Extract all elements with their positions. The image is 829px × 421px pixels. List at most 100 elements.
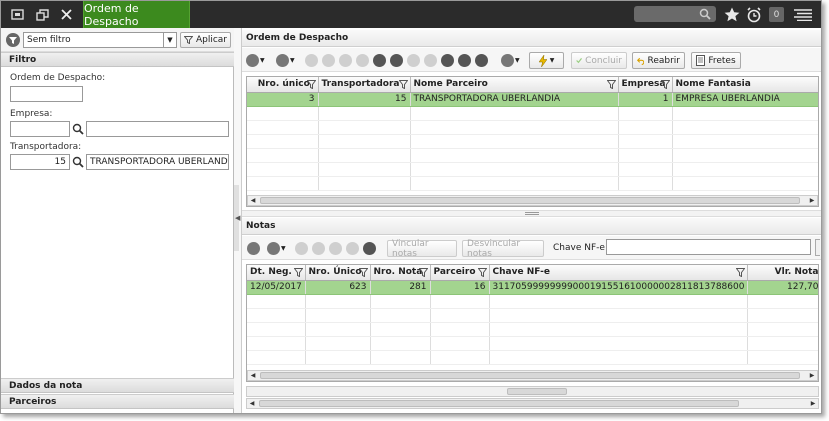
cell-chave-nfe[interactable]: 3117059999999900019155161000000281181378…	[489, 280, 748, 295]
cancel-icon[interactable]	[424, 54, 437, 67]
actions-button[interactable]: ▼	[529, 52, 564, 69]
scroll-left-icon[interactable]: ◀	[248, 196, 258, 205]
col-nome-parceiro[interactable]: Nome Parceiro	[410, 77, 619, 93]
tab-ordem-de-despacho[interactable]: Ordem de Despacho	[83, 1, 190, 28]
collapse-arrow-icon[interactable]: ◀	[235, 214, 240, 222]
desvincular-notas-button[interactable]: Desvincular notas	[462, 239, 544, 259]
chevron-down-icon[interactable]: ▼	[515, 57, 520, 64]
chave-nfe-input[interactable]	[606, 239, 811, 255]
cell-nro-unico[interactable]: 623	[305, 280, 371, 295]
col-nome-fantasia[interactable]: Nome Fantasia	[672, 77, 818, 93]
search-icon[interactable]	[72, 156, 84, 168]
cell-nome-fantasia[interactable]: EMPRESA UBERLANDIA	[672, 92, 818, 107]
layout-icon[interactable]	[267, 242, 280, 255]
table-row[interactable]: 12/05/2017 623 281 16 311705999999990001…	[247, 280, 818, 295]
fullscreen-icon[interactable]	[5, 1, 29, 28]
scroll-right-icon[interactable]: ▶	[807, 371, 817, 380]
col-empresa[interactable]: Empresa	[618, 77, 673, 93]
cell-empresa[interactable]: 1	[618, 92, 673, 107]
scroll-left-icon[interactable]: ◀	[248, 371, 258, 380]
panel-divider[interactable]	[242, 210, 821, 217]
filter-icon[interactable]	[477, 268, 487, 277]
scrollbar-thumb[interactable]	[260, 372, 800, 379]
edit-icon[interactable]	[475, 54, 488, 67]
cell-dt-neg[interactable]: 12/05/2017	[247, 280, 306, 295]
apply-filter-button[interactable]: Aplicar	[180, 32, 231, 48]
fretes-button[interactable]: Fretes	[691, 52, 741, 69]
vincular-notas-button[interactable]: Vincular notas	[387, 239, 457, 259]
remove-icon[interactable]	[390, 54, 403, 67]
col-transportadora[interactable]: Transportadora	[318, 77, 411, 93]
notification-badge[interactable]: 0	[769, 7, 784, 22]
search-icon[interactable]	[72, 123, 84, 135]
transportadora-code-input[interactable]: 15	[10, 154, 70, 170]
chevron-down-icon[interactable]: ▼	[163, 33, 176, 47]
cell-nro-nota[interactable]: 281	[370, 280, 431, 295]
scrollbar-thumb[interactable]	[260, 197, 800, 204]
columns-icon[interactable]	[247, 242, 260, 255]
alarm-clock-icon[interactable]	[742, 1, 766, 28]
panel-splitter[interactable]: ◀	[234, 28, 242, 413]
middle-scrollbar[interactable]	[246, 386, 819, 397]
chevron-down-icon[interactable]: ▼	[260, 57, 265, 64]
col-dt-neg[interactable]: Dt. Neg.	[247, 265, 306, 281]
last-record-icon[interactable]	[346, 242, 359, 255]
more-options-icon[interactable]	[246, 54, 259, 67]
filter-icon[interactable]	[660, 80, 670, 89]
first-record-icon[interactable]	[305, 54, 318, 67]
first-record-icon[interactable]	[295, 242, 308, 255]
filter-section-header[interactable]: Filtro	[1, 52, 234, 67]
dados-nota-section[interactable]: Dados da nota	[1, 378, 234, 393]
filter-icon[interactable]	[398, 80, 408, 89]
chevron-down-icon[interactable]: ▼	[281, 245, 286, 252]
cell-parceiro[interactable]: 16	[430, 280, 490, 295]
scroll-right-icon[interactable]: ▶	[807, 196, 817, 205]
main-horizontal-scrollbar[interactable]: ◀ ▶	[246, 398, 819, 409]
table-row[interactable]: 3 15 TRANSPORTADORA UBERLANDIA 1 EMPRESA…	[247, 92, 818, 107]
reabrir-button[interactable]: Reabrir	[632, 52, 685, 69]
copy-icon[interactable]	[458, 54, 471, 67]
ordem-horizontal-scrollbar[interactable]: ◀ ▶	[247, 195, 818, 206]
filter-icon[interactable]	[293, 268, 303, 277]
filter-icon[interactable]	[418, 268, 428, 277]
previous-record-icon[interactable]	[312, 242, 325, 255]
col-vlr-nota[interactable]: Vlr. Nota	[747, 265, 818, 281]
refresh-icon[interactable]	[441, 54, 454, 67]
filter-select[interactable]: Sem filtro ▼	[23, 32, 177, 48]
transportadora-name-input[interactable]: TRANSPORTADORA UBERLANDIA	[86, 154, 229, 170]
close-icon[interactable]	[54, 1, 78, 28]
star-icon[interactable]	[720, 1, 744, 28]
toolbar-overflow-button[interactable]	[815, 239, 820, 256]
empresa-name-input[interactable]	[86, 121, 229, 137]
last-record-icon[interactable]	[356, 54, 369, 67]
chevron-down-icon[interactable]: ▼	[290, 57, 295, 64]
global-search-input[interactable]	[634, 6, 716, 22]
col-nro-unico[interactable]: Nro. Único	[305, 265, 371, 281]
notas-horizontal-scrollbar[interactable]: ◀ ▶	[247, 370, 818, 381]
scrollbar-thumb[interactable]	[507, 388, 567, 395]
scrollbar-thumb[interactable]	[259, 400, 739, 407]
layout-icon[interactable]	[276, 54, 289, 67]
next-record-icon[interactable]	[329, 242, 342, 255]
save-icon[interactable]	[407, 54, 420, 67]
col-nro-nota[interactable]: Nro. Nota	[370, 265, 431, 281]
next-record-icon[interactable]	[339, 54, 352, 67]
cell-transportadora[interactable]: 15	[318, 92, 411, 107]
concluir-button[interactable]: Concluir	[571, 52, 627, 69]
empresa-code-input[interactable]	[10, 121, 70, 137]
filter-options-icon[interactable]	[6, 33, 20, 47]
previous-record-icon[interactable]	[322, 54, 335, 67]
cell-nro-unico[interactable]: 3	[247, 92, 319, 107]
filter-icon[interactable]	[735, 268, 745, 277]
col-chave-nfe[interactable]: Chave NF-e	[489, 265, 748, 281]
ordem-input[interactable]	[10, 86, 83, 102]
add-icon[interactable]	[373, 54, 386, 67]
cell-nome-parceiro[interactable]: TRANSPORTADORA UBERLANDIA	[410, 92, 619, 107]
print-icon[interactable]	[501, 54, 514, 67]
parceiros-section[interactable]: Parceiros	[1, 394, 234, 409]
cell-vlr-nota[interactable]: 127,70	[747, 280, 818, 295]
filter-icon[interactable]	[606, 80, 616, 89]
restore-window-icon[interactable]	[30, 1, 54, 28]
refresh-icon[interactable]	[363, 242, 376, 255]
filter-icon[interactable]	[306, 80, 316, 89]
